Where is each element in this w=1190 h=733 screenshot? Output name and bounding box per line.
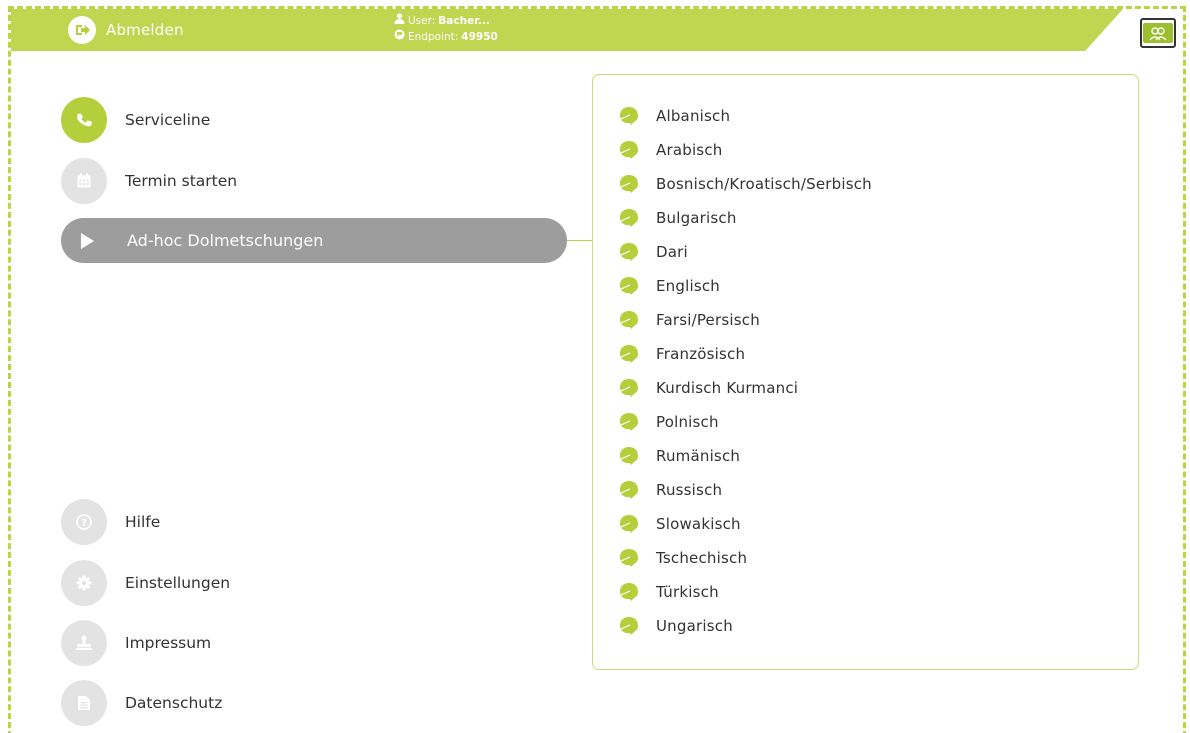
leaf-bullet-icon <box>620 243 638 261</box>
phone-icon <box>61 97 107 143</box>
leaf-bullet-icon <box>620 413 638 431</box>
language-label: Russisch <box>656 481 723 499</box>
leaf-bullet-icon <box>620 277 638 295</box>
language-label: Arabisch <box>656 141 723 159</box>
language-item[interactable]: Ungarisch <box>619 609 872 643</box>
language-label: Polnisch <box>656 413 719 431</box>
logout-label: Abmelden <box>106 21 184 39</box>
nav-serviceline[interactable]: Serviceline <box>61 97 210 143</box>
video-call-button[interactable] <box>1140 18 1176 48</box>
language-item[interactable]: Französisch <box>619 337 872 371</box>
user-icon <box>394 13 405 29</box>
nav-label-impressum: Impressum <box>125 634 212 652</box>
nav-label-serviceline: Serviceline <box>125 111 211 129</box>
language-item[interactable]: Bulgarisch <box>619 201 872 235</box>
language-item[interactable]: Bosnisch/Kroatisch/Serbisch <box>619 167 872 201</box>
language-label: Ungarisch <box>656 617 733 635</box>
calendar-icon <box>61 158 107 204</box>
nav-label-hilfe: Hilfe <box>125 513 161 531</box>
leaf-bullet-icon <box>620 141 638 159</box>
leaf-bullet-icon <box>620 481 638 499</box>
help-icon: ? <box>61 499 107 545</box>
language-item[interactable]: Polnisch <box>619 405 872 439</box>
leaf-bullet-icon <box>620 549 638 567</box>
language-label: Französisch <box>656 345 746 363</box>
language-label: Farsi/Persisch <box>656 311 760 329</box>
language-item[interactable]: Englisch <box>619 269 872 303</box>
nav-datenschutz[interactable]: Datenschutz <box>61 680 222 726</box>
leaf-bullet-icon <box>620 617 638 635</box>
language-label: Türkisch <box>656 583 719 601</box>
leaf-bullet-icon <box>620 447 638 465</box>
language-label: Englisch <box>656 277 721 295</box>
language-list: Albanisch Arabisch Bosnisch/Kroatisch/Serb… <box>619 99 872 643</box>
panel-connector-line <box>567 240 593 241</box>
language-label: Rumänisch <box>656 447 741 465</box>
logout-icon <box>68 16 96 44</box>
leaf-bullet-icon <box>620 311 638 329</box>
nav-adhoc-dolmetschungen[interactable]: Ad-hoc Dolmetschungen <box>61 218 567 263</box>
nav-hilfe[interactable]: ? Hilfe <box>61 499 160 545</box>
logout-button[interactable]: Abmelden <box>68 16 184 44</box>
language-item[interactable]: Albanisch <box>619 99 872 133</box>
gear-icon <box>61 560 107 606</box>
language-panel: Albanisch Arabisch Bosnisch/Kroatisch/Serb… <box>592 74 1139 670</box>
language-label: Albanisch <box>656 107 731 125</box>
language-item[interactable]: Russisch <box>619 473 872 507</box>
user-value: Bacher... <box>438 14 490 27</box>
nav-impressum[interactable]: Impressum <box>61 620 211 666</box>
endpoint-value: 49950 <box>461 30 498 43</box>
nav-label-einstellungen: Einstellungen <box>125 574 231 592</box>
document-icon <box>61 680 107 726</box>
leaf-bullet-icon <box>620 175 638 193</box>
language-item[interactable]: Slowakisch <box>619 507 872 541</box>
nav-label-adhoc: Ad-hoc Dolmetschungen <box>127 231 324 250</box>
endpoint-label: Endpoint: <box>408 30 459 43</box>
leaf-bullet-icon <box>620 107 638 125</box>
nav-einstellungen[interactable]: Einstellungen <box>61 560 230 606</box>
user-info: User: Bacher... Endpoint: 49950 <box>394 13 498 45</box>
language-label: Tschechisch <box>656 549 748 567</box>
language-label: Slowakisch <box>656 515 741 533</box>
language-label: Kurdisch Kurmanci <box>656 379 799 397</box>
play-icon <box>81 232 94 249</box>
nav-termin-starten[interactable]: Termin starten <box>61 158 237 204</box>
nav-label-termin: Termin starten <box>125 172 238 190</box>
user-label: User: <box>408 14 436 27</box>
language-item[interactable]: Dari <box>619 235 872 269</box>
svg-text:?: ? <box>81 518 87 529</box>
language-item[interactable]: Türkisch <box>619 575 872 609</box>
stamp-icon <box>61 620 107 666</box>
nav-label-datenschutz: Datenschutz <box>125 694 223 712</box>
language-item[interactable]: Arabisch <box>619 133 872 167</box>
leaf-bullet-icon <box>620 379 638 397</box>
language-label: Bosnisch/Kroatisch/Serbisch <box>656 175 872 193</box>
language-item[interactable]: Farsi/Persisch <box>619 303 872 337</box>
leaf-bullet-icon <box>620 515 638 533</box>
endpoint-icon <box>394 29 405 45</box>
language-label: Dari <box>656 243 688 261</box>
leaf-bullet-icon <box>620 345 638 363</box>
people-screen-icon <box>1143 23 1173 43</box>
language-item[interactable]: Kurdisch Kurmanci <box>619 371 872 405</box>
leaf-bullet-icon <box>620 209 638 227</box>
language-label: Bulgarisch <box>656 209 737 227</box>
leaf-bullet-icon <box>620 583 638 601</box>
language-item[interactable]: Tschechisch <box>619 541 872 575</box>
language-item[interactable]: Rumänisch <box>619 439 872 473</box>
